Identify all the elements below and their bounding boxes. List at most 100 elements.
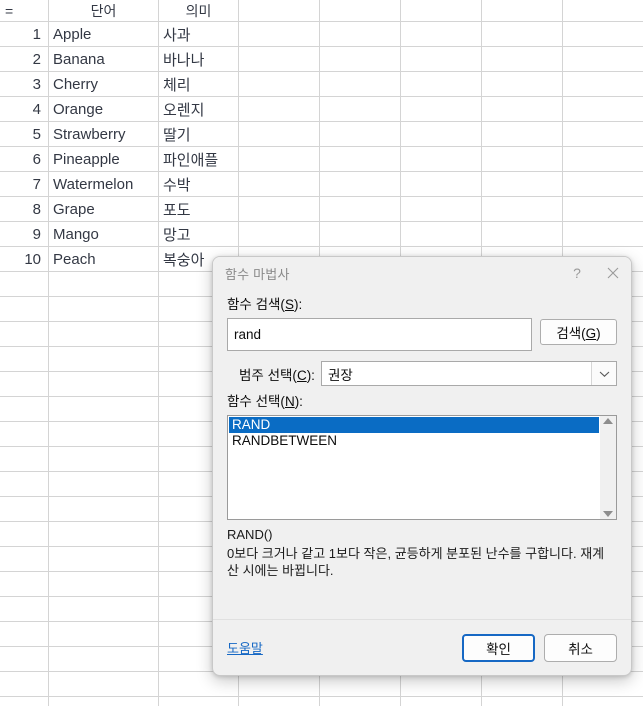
grid-cell-empty[interactable] bbox=[48, 346, 159, 372]
grid-cell-meaning[interactable]: 딸기 bbox=[158, 121, 239, 147]
grid-cell-empty[interactable] bbox=[481, 196, 563, 222]
grid-cell-empty[interactable] bbox=[562, 196, 643, 222]
function-list[interactable]: RAND RANDBETWEEN bbox=[228, 416, 599, 519]
grid-cell-empty[interactable] bbox=[319, 0, 401, 22]
grid-cell-empty[interactable] bbox=[48, 421, 159, 447]
grid-cell-word[interactable]: Pineapple bbox=[48, 146, 159, 172]
grid-cell-meaning[interactable]: 체리 bbox=[158, 71, 239, 97]
grid-cell-empty[interactable] bbox=[48, 471, 159, 497]
grid-cell-empty[interactable] bbox=[238, 171, 320, 197]
row-header[interactable] bbox=[0, 471, 49, 497]
grid-cell-empty[interactable] bbox=[562, 171, 643, 197]
grid-cell-empty[interactable] bbox=[48, 271, 159, 297]
row-header[interactable] bbox=[0, 571, 49, 597]
grid-cell-empty[interactable] bbox=[238, 121, 320, 147]
grid-cell-empty[interactable] bbox=[238, 46, 320, 72]
grid-cell-empty[interactable] bbox=[400, 96, 482, 122]
grid-cell-empty[interactable] bbox=[238, 221, 320, 247]
grid-cell-empty[interactable] bbox=[319, 221, 401, 247]
grid-cell-empty[interactable] bbox=[48, 371, 159, 397]
grid-cell-word[interactable]: Cherry bbox=[48, 71, 159, 97]
grid-cell-empty[interactable] bbox=[400, 196, 482, 222]
grid-cell-empty[interactable] bbox=[400, 71, 482, 97]
grid-cell-empty[interactable] bbox=[48, 696, 159, 706]
grid-cell-empty[interactable] bbox=[400, 121, 482, 147]
row-header[interactable]: 5 bbox=[0, 121, 49, 147]
grid-cell-empty[interactable] bbox=[481, 696, 563, 706]
grid-cell-empty[interactable] bbox=[400, 221, 482, 247]
column-header-word[interactable]: 단어 bbox=[48, 0, 159, 22]
triangle-down-icon[interactable] bbox=[603, 511, 613, 517]
grid-cell-empty[interactable] bbox=[481, 121, 563, 147]
triangle-up-icon[interactable] bbox=[603, 418, 613, 424]
dialog-titlebar[interactable]: 함수 마법사 ? bbox=[213, 257, 631, 289]
row-header[interactable] bbox=[0, 546, 49, 572]
grid-cell-empty[interactable] bbox=[562, 46, 643, 72]
grid-cell-empty[interactable] bbox=[481, 96, 563, 122]
row-header[interactable]: 3 bbox=[0, 71, 49, 97]
category-select[interactable]: 권장 bbox=[320, 361, 617, 386]
row-header[interactable] bbox=[0, 421, 49, 447]
row-header[interactable] bbox=[0, 271, 49, 297]
grid-cell-empty[interactable] bbox=[319, 696, 401, 706]
row-header[interactable]: 9 bbox=[0, 221, 49, 247]
grid-cell-empty[interactable] bbox=[319, 171, 401, 197]
row-header[interactable]: 1 bbox=[0, 21, 49, 47]
grid-cell-empty[interactable] bbox=[400, 171, 482, 197]
row-header[interactable]: 4 bbox=[0, 96, 49, 122]
grid-cell-word[interactable]: Mango bbox=[48, 221, 159, 247]
grid-cell-empty[interactable] bbox=[400, 0, 482, 22]
grid-cell-empty[interactable] bbox=[319, 196, 401, 222]
grid-cell-empty[interactable] bbox=[238, 96, 320, 122]
grid-cell-empty[interactable] bbox=[481, 146, 563, 172]
row-header[interactable] bbox=[0, 446, 49, 472]
grid-cell-word[interactable]: Peach bbox=[48, 246, 159, 272]
ok-button[interactable]: 확인 bbox=[462, 633, 535, 662]
row-header[interactable]: 6 bbox=[0, 146, 49, 172]
grid-cell-empty[interactable] bbox=[319, 21, 401, 47]
row-header[interactable] bbox=[0, 371, 49, 397]
grid-cell-empty[interactable] bbox=[48, 321, 159, 347]
row-header[interactable] bbox=[0, 596, 49, 622]
grid-cell-empty[interactable] bbox=[562, 696, 643, 706]
grid-cell-empty[interactable] bbox=[48, 671, 159, 697]
close-icon[interactable] bbox=[595, 258, 631, 288]
function-list-item[interactable]: RAND bbox=[229, 417, 599, 433]
grid-cell-empty[interactable] bbox=[481, 221, 563, 247]
row-header[interactable]: 7 bbox=[0, 171, 49, 197]
row-header[interactable]: 8 bbox=[0, 196, 49, 222]
grid-cell-empty[interactable] bbox=[481, 0, 563, 22]
grid-cell-meaning[interactable]: 파인애플 bbox=[158, 146, 239, 172]
grid-cell-meaning[interactable]: 망고 bbox=[158, 221, 239, 247]
grid-cell-word[interactable]: Grape bbox=[48, 196, 159, 222]
grid-cell-meaning[interactable]: 오렌지 bbox=[158, 96, 239, 122]
column-header-meaning[interactable]: 의미 bbox=[158, 0, 239, 22]
grid-cell-empty[interactable] bbox=[48, 521, 159, 547]
grid-cell-empty[interactable] bbox=[562, 146, 643, 172]
grid-cell-empty[interactable] bbox=[238, 146, 320, 172]
grid-cell-empty[interactable] bbox=[400, 46, 482, 72]
grid-cell-empty[interactable] bbox=[400, 146, 482, 172]
grid-cell-empty[interactable] bbox=[238, 696, 320, 706]
grid-cell-empty[interactable] bbox=[319, 71, 401, 97]
row-header[interactable] bbox=[0, 646, 49, 672]
grid-cell-empty[interactable] bbox=[158, 696, 239, 706]
grid-cell-empty[interactable] bbox=[238, 21, 320, 47]
row-header[interactable] bbox=[0, 521, 49, 547]
row-header[interactable] bbox=[0, 671, 49, 697]
row-header[interactable] bbox=[0, 621, 49, 647]
grid-cell-empty[interactable] bbox=[48, 596, 159, 622]
grid-cell-empty[interactable] bbox=[238, 71, 320, 97]
row-header[interactable] bbox=[0, 321, 49, 347]
grid-cell-empty[interactable] bbox=[48, 296, 159, 322]
help-link[interactable]: 도움말 bbox=[227, 638, 263, 657]
chevron-down-icon[interactable] bbox=[591, 362, 616, 385]
row-header-corner[interactable]: = bbox=[0, 0, 49, 22]
search-button[interactable]: 검색(G) bbox=[540, 319, 617, 345]
grid-cell-empty[interactable] bbox=[562, 221, 643, 247]
grid-cell-empty[interactable] bbox=[319, 121, 401, 147]
row-header[interactable] bbox=[0, 696, 49, 706]
row-header[interactable] bbox=[0, 296, 49, 322]
grid-cell-word[interactable]: Orange bbox=[48, 96, 159, 122]
grid-cell-empty[interactable] bbox=[562, 71, 643, 97]
